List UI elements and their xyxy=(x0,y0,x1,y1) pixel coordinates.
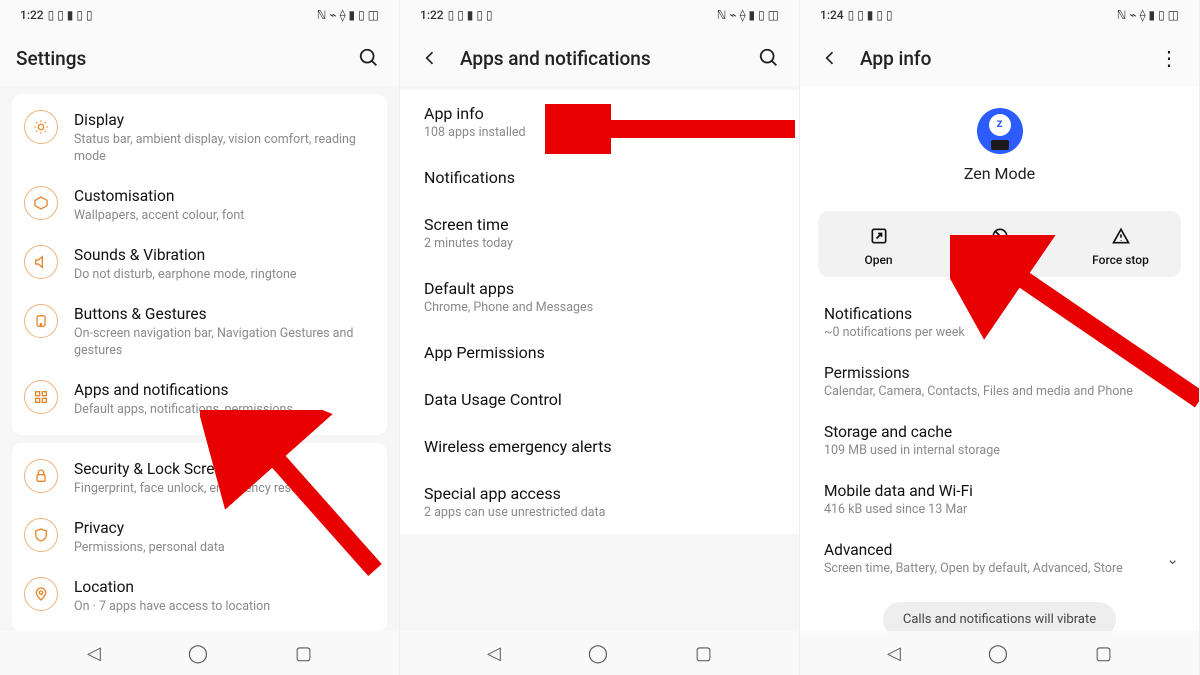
nav-back-icon[interactable]: ◁ xyxy=(487,643,501,664)
settings-item-sounds[interactable]: Sounds & VibrationDo not disturb, earpho… xyxy=(12,235,387,294)
customisation-icon xyxy=(24,186,58,220)
settings-item-security[interactable]: Security & Lock ScreenFingerprint, face … xyxy=(12,449,387,508)
app-icon xyxy=(977,108,1023,154)
security-icon xyxy=(24,459,58,493)
header: Settings xyxy=(0,30,399,86)
search-icon[interactable] xyxy=(355,44,383,72)
settings-card-1: DisplayStatus bar, ambient display, visi… xyxy=(12,94,387,435)
open-button[interactable]: Open xyxy=(818,211,939,277)
clock: 1:22 xyxy=(420,8,444,22)
nav-recent-icon[interactable]: ▢ xyxy=(295,643,312,664)
info-notifications[interactable]: Notifications ~0 notifications per week xyxy=(800,293,1199,352)
disable-button[interactable]: Disable xyxy=(939,211,1060,277)
status-right-icons: ℕ ⌁ ⟠ ▮ ▯ ◫ xyxy=(317,8,379,22)
list-item-special-access[interactable]: Special app access 2 apps can use unrest… xyxy=(400,470,799,534)
screen-app-info: 1:24▯ ▯ ▮ ▯ ▯ ℕ ⌁ ⟠ ▮ ▯ ◫ App info ⋮ Zen… xyxy=(800,0,1200,675)
list-item-data-usage[interactable]: Data Usage Control xyxy=(400,376,799,423)
status-bar: 1:22 ▯ ▯ ▮ ▯ ▯ ℕ ⌁ ⟠ ▮ ▯ ◫ xyxy=(0,0,399,30)
settings-item-privacy[interactable]: PrivacyPermissions, personal data xyxy=(12,508,387,567)
page-title: App info xyxy=(860,47,1139,70)
search-icon[interactable] xyxy=(755,44,783,72)
apps-list: App info 108 apps installed Notification… xyxy=(400,90,799,534)
info-advanced[interactable]: Advanced Screen time, Battery, Open by d… xyxy=(800,529,1199,588)
info-permissions[interactable]: Permissions Calendar, Camera, Contacts, … xyxy=(800,352,1199,411)
settings-item-apps[interactable]: Apps and notificationsDefault apps, noti… xyxy=(12,370,387,429)
settings-card-2: Security & Lock ScreenFingerprint, face … xyxy=(12,443,387,632)
list-item-app-permissions[interactable]: App Permissions xyxy=(400,329,799,376)
disable-icon xyxy=(943,225,1056,247)
display-icon xyxy=(24,110,58,144)
list-item-app-info[interactable]: App info 108 apps installed xyxy=(400,90,799,154)
apps-icon xyxy=(24,380,58,414)
buttons-icon xyxy=(24,304,58,338)
nav-home-icon[interactable]: ◯ xyxy=(988,643,1008,664)
settings-sub: Status bar, ambient display, vision comf… xyxy=(74,132,371,166)
status-bar: 1:22▯ ▯ ▮ ▯ ▯ ℕ ⌁ ⟠ ▮ ▯ ◫ xyxy=(400,0,799,30)
header: App info ⋮ xyxy=(800,30,1199,86)
nav-home-icon[interactable]: ◯ xyxy=(188,643,208,664)
back-icon[interactable] xyxy=(416,44,444,72)
nav-bar: ◁ ◯ ▢ xyxy=(400,631,799,675)
header: Apps and notifications xyxy=(400,30,799,86)
status-bar: 1:24▯ ▯ ▮ ▯ ▯ ℕ ⌁ ⟠ ▮ ▯ ◫ xyxy=(800,0,1199,30)
nav-back-icon[interactable]: ◁ xyxy=(87,643,101,664)
settings-item-buttons[interactable]: Buttons & GesturesOn-screen navigation b… xyxy=(12,294,387,370)
nav-home-icon[interactable]: ◯ xyxy=(588,643,608,664)
screen-apps-notifications: 1:22▯ ▯ ▮ ▯ ▯ ℕ ⌁ ⟠ ▮ ▯ ◫ Apps and notif… xyxy=(400,0,800,675)
app-name: Zen Mode xyxy=(800,164,1199,183)
settings-label: Display xyxy=(74,110,371,130)
nav-recent-icon[interactable]: ▢ xyxy=(695,643,712,664)
clock: 1:22 xyxy=(20,8,44,22)
settings-item-location[interactable]: LocationOn · 7 apps have access to locat… xyxy=(12,567,387,626)
action-bar: Open Disable Force stop xyxy=(818,211,1181,277)
list-item-wireless-alerts[interactable]: Wireless emergency alerts xyxy=(400,423,799,470)
back-icon[interactable] xyxy=(816,44,844,72)
info-mobiledata[interactable]: Mobile data and Wi-Fi 416 kB used since … xyxy=(800,470,1199,529)
location-icon xyxy=(24,577,58,611)
open-icon xyxy=(822,225,935,247)
status-left-icons: ▯ ▯ ▮ ▯ ▯ xyxy=(48,8,93,22)
settings-item-customisation[interactable]: CustomisationWallpapers, accent colour, … xyxy=(12,176,387,235)
nav-back-icon[interactable]: ◁ xyxy=(887,643,901,664)
nav-bar: ◁ ◯ ▢ xyxy=(800,631,1199,675)
list-item-default-apps[interactable]: Default apps Chrome, Phone and Messages xyxy=(400,265,799,329)
page-title: Apps and notifications xyxy=(460,47,739,70)
more-icon[interactable]: ⋮ xyxy=(1155,44,1183,72)
force-stop-button[interactable]: Force stop xyxy=(1060,211,1181,277)
list-item-screen-time[interactable]: Screen time 2 minutes today xyxy=(400,201,799,265)
app-info-content: Zen Mode Open Disable Force stop Notific… xyxy=(800,86,1199,637)
warning-icon xyxy=(1064,225,1177,247)
screen-settings: 1:22 ▯ ▯ ▮ ▯ ▯ ℕ ⌁ ⟠ ▮ ▯ ◫ Settings Disp… xyxy=(0,0,400,675)
settings-item-display[interactable]: DisplayStatus bar, ambient display, visi… xyxy=(12,100,387,176)
clock: 1:24 xyxy=(820,8,844,22)
page-title: Settings xyxy=(16,47,339,70)
list-item-notifications[interactable]: Notifications xyxy=(400,154,799,201)
nav-recent-icon[interactable]: ▢ xyxy=(1095,643,1112,664)
nav-bar: ◁ ◯ ▢ xyxy=(0,631,399,675)
sounds-icon xyxy=(24,245,58,279)
info-storage[interactable]: Storage and cache 109 MB used in interna… xyxy=(800,411,1199,470)
privacy-icon xyxy=(24,518,58,552)
chevron-down-icon: ⌄ xyxy=(1166,550,1179,568)
